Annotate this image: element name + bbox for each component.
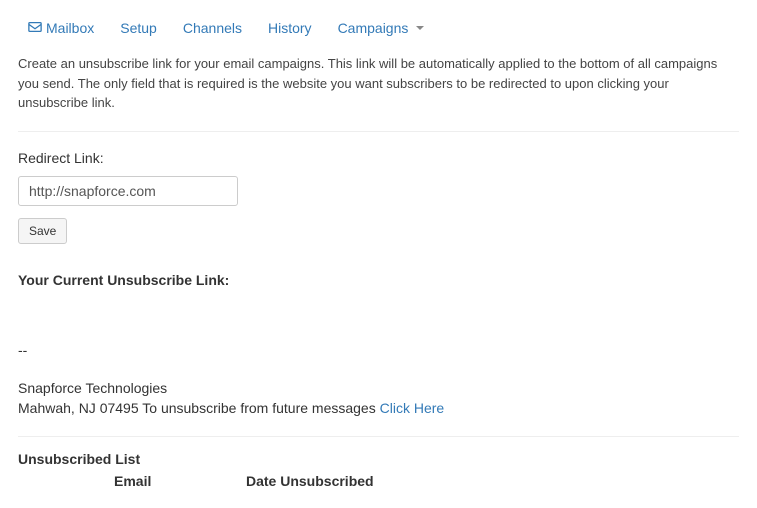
top-nav: Mailbox Setup Channels History Campaigns (0, 0, 757, 54)
nav-channels[interactable]: Channels (183, 20, 242, 36)
main-content: Create an unsubscribe link for your emai… (0, 54, 757, 489)
unsubscribed-heading: Unsubscribed List (18, 451, 739, 467)
nav-setup[interactable]: Setup (120, 20, 157, 36)
col-header-date: Date Unsubscribed (246, 473, 446, 489)
signature-company: Snapforce Technologies (18, 378, 739, 398)
signature-separator: -- (18, 340, 739, 360)
signature-block: -- Snapforce Technologies Mahwah, NJ 074… (18, 340, 739, 419)
signature-line: Mahwah, NJ 07495 To unsubscribe from fut… (18, 398, 739, 418)
save-button[interactable]: Save (18, 218, 67, 244)
nav-setup-label: Setup (120, 20, 157, 36)
nav-mailbox[interactable]: Mailbox (28, 20, 94, 36)
redirect-link-label: Redirect Link: (18, 150, 739, 166)
divider-2 (18, 436, 739, 437)
unsubscribed-section: Unsubscribed List Email Date Unsubscribe… (18, 451, 739, 489)
nav-history-label: History (268, 20, 312, 36)
redirect-link-input[interactable] (18, 176, 238, 206)
divider (18, 131, 739, 132)
nav-mailbox-label: Mailbox (46, 20, 94, 36)
unsubscribe-text: To unsubscribe from future messages (139, 400, 380, 416)
unsubscribe-link[interactable]: Click Here (380, 400, 445, 416)
signature-address: Mahwah, NJ 07495 (18, 400, 139, 416)
nav-campaigns-label: Campaigns (338, 20, 409, 36)
table-header: Email Date Unsubscribed (18, 473, 739, 489)
nav-channels-label: Channels (183, 20, 242, 36)
nav-history[interactable]: History (268, 20, 312, 36)
nav-campaigns[interactable]: Campaigns (338, 20, 425, 36)
current-link-heading: Your Current Unsubscribe Link: (18, 272, 739, 288)
page-description: Create an unsubscribe link for your emai… (18, 54, 739, 113)
col-header-email: Email (114, 473, 246, 489)
mailbox-icon (28, 20, 42, 36)
chevron-down-icon (416, 26, 424, 30)
